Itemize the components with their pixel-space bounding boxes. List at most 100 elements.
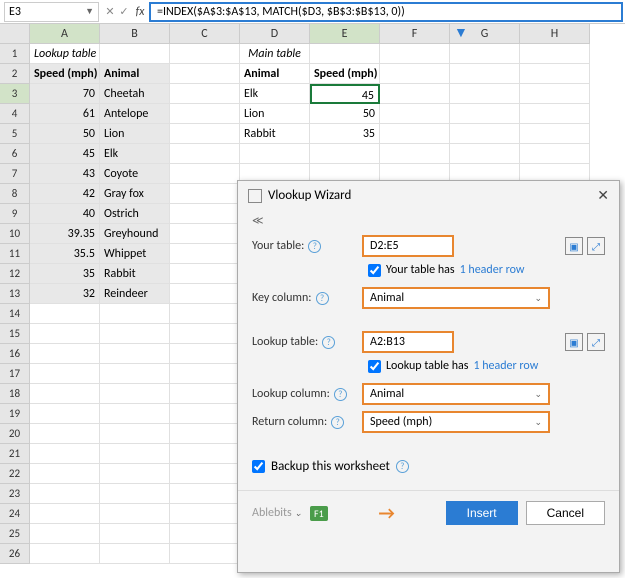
lookup-animal[interactable]: Reindeer	[100, 284, 170, 304]
cell[interactable]	[30, 304, 100, 324]
cell[interactable]	[380, 144, 450, 164]
row-header[interactable]: 14	[0, 304, 30, 324]
cell[interactable]	[310, 44, 380, 64]
cell[interactable]	[100, 524, 170, 544]
main-speed[interactable]: 35	[310, 124, 380, 144]
row-header[interactable]: 24	[0, 504, 30, 524]
cell[interactable]	[170, 44, 240, 64]
help-icon[interactable]: ?	[316, 292, 329, 305]
cell[interactable]	[100, 304, 170, 324]
cell[interactable]	[170, 124, 240, 144]
cell[interactable]	[520, 144, 590, 164]
your-table-input[interactable]: D2:E5	[362, 235, 454, 257]
row-header[interactable]: 19	[0, 404, 30, 424]
cell[interactable]	[520, 124, 590, 144]
cell[interactable]	[170, 324, 240, 344]
cell[interactable]	[520, 84, 590, 104]
cell[interactable]	[30, 524, 100, 544]
cell[interactable]	[380, 124, 450, 144]
cell[interactable]	[30, 464, 100, 484]
cell[interactable]	[100, 364, 170, 384]
cell[interactable]	[170, 384, 240, 404]
cancel-formula-icon[interactable]: ✕	[103, 5, 117, 18]
header-row-link[interactable]: 1 header row	[460, 263, 525, 277]
accept-formula-icon[interactable]: ✓	[117, 5, 131, 18]
cell[interactable]	[170, 284, 240, 304]
hdr-animal[interactable]: Animal	[100, 64, 170, 84]
row-header[interactable]: 12	[0, 264, 30, 284]
row-header[interactable]: 17	[0, 364, 30, 384]
row-header[interactable]: 9	[0, 204, 30, 224]
row-header[interactable]: 20	[0, 424, 30, 444]
cell[interactable]	[30, 344, 100, 364]
cell[interactable]	[100, 464, 170, 484]
cell[interactable]	[170, 104, 240, 124]
cell[interactable]	[30, 364, 100, 384]
cell[interactable]	[450, 104, 520, 124]
cell[interactable]	[100, 324, 170, 344]
lookup-speed[interactable]: 35.5	[30, 244, 100, 264]
row-header[interactable]: 13	[0, 284, 30, 304]
cell[interactable]	[170, 164, 240, 184]
name-box[interactable]: E3 ▼	[4, 2, 99, 22]
formula-input[interactable]: =INDEX($A$3:$A$13, MATCH($D3, $B$3:$B$13…	[149, 2, 623, 22]
cell[interactable]	[100, 404, 170, 424]
cell[interactable]	[30, 544, 100, 564]
lookup-column-select[interactable]: Animal⌄	[362, 383, 550, 405]
help-icon[interactable]: ?	[334, 388, 347, 401]
row-header[interactable]: 25	[0, 524, 30, 544]
cell[interactable]	[380, 84, 450, 104]
row-header[interactable]: 3	[0, 84, 30, 104]
cell[interactable]	[170, 464, 240, 484]
corner-cell[interactable]	[0, 24, 30, 44]
cell[interactable]	[170, 344, 240, 364]
help-icon[interactable]: ?	[396, 460, 409, 473]
cell[interactable]	[170, 244, 240, 264]
row-header[interactable]: 21	[0, 444, 30, 464]
cell[interactable]	[170, 224, 240, 244]
cell[interactable]	[450, 144, 520, 164]
column-header[interactable]: F	[380, 24, 450, 44]
lookup-animal[interactable]: Elk	[100, 144, 170, 164]
help-icon[interactable]: ?	[331, 416, 344, 429]
select-range-icon[interactable]: ▣	[565, 333, 583, 351]
cell[interactable]	[170, 404, 240, 424]
cell[interactable]	[30, 424, 100, 444]
cell[interactable]	[30, 504, 100, 524]
lookup-title[interactable]: Lookup table	[30, 44, 100, 64]
cell[interactable]	[170, 204, 240, 224]
lookup-speed[interactable]: 42	[30, 184, 100, 204]
cell[interactable]	[100, 504, 170, 524]
cell[interactable]	[170, 264, 240, 284]
lookup-speed[interactable]: 50	[30, 124, 100, 144]
row-header[interactable]: 1	[0, 44, 30, 64]
lookup-animal[interactable]: Lion	[100, 124, 170, 144]
select-range-icon[interactable]: ▣	[565, 237, 583, 255]
cell[interactable]	[170, 444, 240, 464]
cell[interactable]	[30, 484, 100, 504]
row-header[interactable]: 6	[0, 144, 30, 164]
main-animal[interactable]: Rabbit	[240, 124, 310, 144]
lookup-animal[interactable]: Ostrich	[100, 204, 170, 224]
hdr-speed[interactable]: Speed (mph)	[30, 64, 100, 84]
lookup-speed[interactable]: 32	[30, 284, 100, 304]
cell[interactable]	[450, 124, 520, 144]
row-header[interactable]: 26	[0, 544, 30, 564]
cell[interactable]	[100, 444, 170, 464]
cell[interactable]	[100, 424, 170, 444]
cell[interactable]	[170, 364, 240, 384]
lookup-speed[interactable]: 70	[30, 84, 100, 104]
fx-icon[interactable]: fx	[131, 5, 149, 19]
lookup-speed[interactable]: 39.35	[30, 224, 100, 244]
cell[interactable]	[380, 44, 450, 64]
cell[interactable]	[240, 144, 310, 164]
cell[interactable]	[100, 344, 170, 364]
lookup-animal[interactable]: Greyhound	[100, 224, 170, 244]
cell[interactable]	[170, 144, 240, 164]
close-icon[interactable]: ✕	[597, 187, 609, 204]
cell[interactable]	[170, 84, 240, 104]
lookup-speed[interactable]: 61	[30, 104, 100, 124]
dialog-titlebar[interactable]: Vlookup Wizard ✕	[238, 181, 619, 210]
row-header[interactable]: 7	[0, 164, 30, 184]
cell[interactable]	[100, 544, 170, 564]
